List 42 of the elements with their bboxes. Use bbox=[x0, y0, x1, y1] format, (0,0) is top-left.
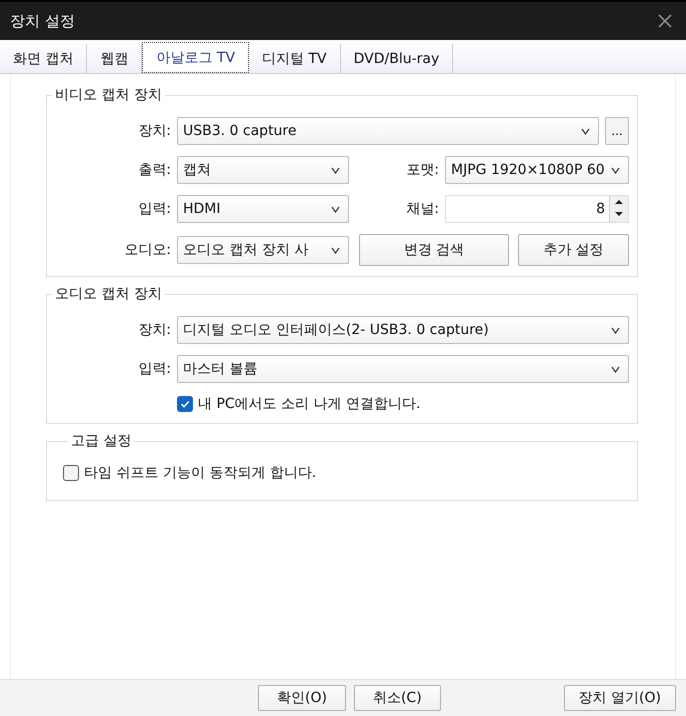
field-label: 포맷: bbox=[405, 161, 439, 179]
dropdown[interactable]: 마스터 볼륨 bbox=[177, 355, 629, 383]
chevron-down-icon bbox=[611, 166, 620, 174]
checkbox-label: 타임 쉬프트 기능이 동작되게 합니다. bbox=[84, 464, 316, 482]
dropdown[interactable]: 캡쳐 bbox=[177, 156, 349, 184]
dialog-button[interactable]: 확인(O) bbox=[258, 685, 346, 711]
group-title: 비디오 캡처 장치 bbox=[54, 86, 163, 104]
dropdown[interactable]: 오디오 캡처 장치 사 bbox=[177, 236, 349, 264]
dialog-button[interactable]: 취소(C) bbox=[354, 685, 441, 711]
chevron-down-icon bbox=[331, 166, 340, 174]
browse-button[interactable]: ... bbox=[605, 117, 629, 145]
chevron-down-icon bbox=[611, 326, 620, 334]
dropdown[interactable]: HDMI bbox=[177, 195, 349, 223]
chevron-down-icon bbox=[611, 366, 620, 372]
group-title: 오디오 캡처 장치 bbox=[54, 285, 163, 303]
field-label: 채널: bbox=[405, 200, 439, 218]
group-title: 고급 설정 bbox=[70, 432, 132, 450]
window-title: 장치 설정 bbox=[10, 12, 76, 30]
field-label: 출력: bbox=[137, 161, 171, 179]
close-icon[interactable] bbox=[658, 14, 672, 28]
field-label: 오디오: bbox=[123, 241, 171, 259]
checkbox[interactable] bbox=[63, 465, 79, 481]
tab[interactable]: DVD/Blu-ray bbox=[340, 44, 454, 73]
dropdown[interactable]: USB3. 0 capture bbox=[177, 117, 599, 145]
scan-button[interactable]: 변경 검색 bbox=[359, 234, 509, 266]
tab[interactable]: 디지털 TV bbox=[249, 44, 341, 73]
field-label: 장치: bbox=[137, 122, 171, 140]
dropdown[interactable]: MJPG 1920×1080P 60 bbox=[445, 156, 629, 184]
tab[interactable]: 화면 캡처 bbox=[0, 44, 88, 73]
open-device-button[interactable]: 장치 열기(O) bbox=[564, 685, 676, 711]
field-label: 입력: bbox=[137, 200, 171, 218]
checkmark-icon bbox=[179, 398, 191, 410]
field-label: 장치: bbox=[137, 321, 171, 339]
chevron-down-icon bbox=[581, 128, 590, 134]
field-label: 입력: bbox=[137, 360, 171, 378]
settings-button[interactable]: 추가 설정 bbox=[518, 234, 629, 266]
checkbox[interactable] bbox=[177, 396, 193, 412]
tab[interactable]: 아날로그 TV bbox=[142, 42, 250, 73]
chevron-down-icon bbox=[331, 206, 340, 212]
checkbox-label: 내 PC에서도 소리 나게 연결합니다. bbox=[198, 395, 420, 413]
chevron-down-icon bbox=[331, 246, 340, 254]
dropdown[interactable]: 디지털 오디오 인터페이스(2- USB3. 0 capture) bbox=[177, 316, 629, 344]
